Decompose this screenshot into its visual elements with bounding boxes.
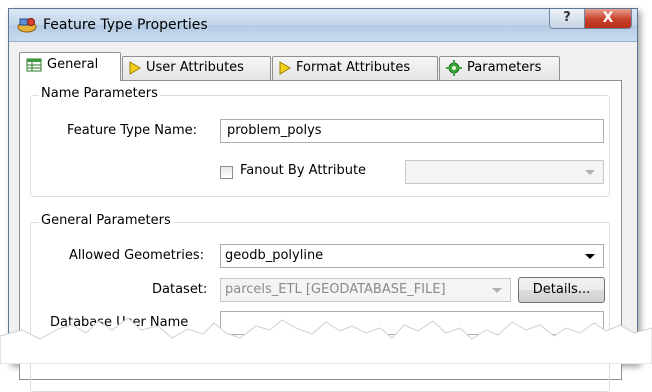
dataset-label: Dataset: — [152, 282, 208, 297]
tab-general-label: General — [47, 57, 99, 72]
title-bar[interactable]: Feature Type Properties ? X — [9, 9, 637, 42]
tab-format-attributes-label: Format Attributes — [296, 60, 411, 75]
allowed-geometries-label: Allowed Geometries: — [69, 248, 204, 263]
feature-type-name-input[interactable]: problem_polys — [220, 119, 604, 143]
name-parameters-group: Name Parameters Feature Type Name: probl… — [30, 86, 610, 197]
tab-user-attributes-label: User Attributes — [146, 60, 244, 75]
tab-parameters[interactable]: Parameters — [439, 56, 560, 80]
dataset-select[interactable]: parcels_ETL [GEODATABASE_FILE] — [220, 278, 511, 302]
yellow-arrow-icon — [279, 60, 291, 75]
feature-type-app-icon — [17, 18, 37, 33]
general-parameters-title: General Parameters — [39, 213, 173, 228]
fanout-by-attribute-label: Fanout By Attribute — [240, 163, 367, 178]
chevron-down-icon — [585, 170, 595, 175]
tab-user-attributes[interactable]: User Attributes — [122, 56, 271, 80]
name-parameters-title: Name Parameters — [39, 86, 160, 101]
allowed-geometries-value: geodb_polyline — [225, 248, 324, 263]
help-button[interactable]: ? — [549, 9, 585, 29]
database-user-name-label: Database User Name — [50, 315, 189, 330]
tab-parameters-label: Parameters — [467, 60, 542, 75]
window-title: Feature Type Properties — [43, 17, 208, 33]
dataset-value: parcels_ETL [GEODATABASE_FILE] — [225, 282, 446, 297]
details-button[interactable]: Details... — [518, 277, 605, 303]
table-icon — [26, 58, 42, 71]
close-icon: X — [602, 10, 614, 26]
green-gear-icon — [446, 59, 462, 76]
fanout-attribute-select[interactable] — [405, 160, 604, 184]
tab-general[interactable]: General — [19, 52, 121, 81]
fanout-by-attribute-checkbox[interactable] — [220, 166, 233, 179]
tab-format-attributes[interactable]: Format Attributes — [272, 56, 438, 80]
chevron-down-icon — [492, 288, 502, 293]
database-user-name-input[interactable] — [220, 311, 604, 335]
close-button[interactable]: X — [584, 9, 632, 29]
general-tab-panel: Name Parameters Feature Type Name: probl… — [19, 80, 622, 392]
feature-type-name-label: Feature Type Name: — [67, 123, 197, 138]
help-icon: ? — [563, 10, 571, 25]
allowed-geometries-select[interactable]: geodb_polyline — [220, 244, 604, 268]
general-parameters-group: General Parameters Allowed Geometries: g… — [30, 213, 610, 392]
chevron-down-icon — [585, 254, 595, 259]
yellow-arrow-icon — [129, 60, 141, 75]
